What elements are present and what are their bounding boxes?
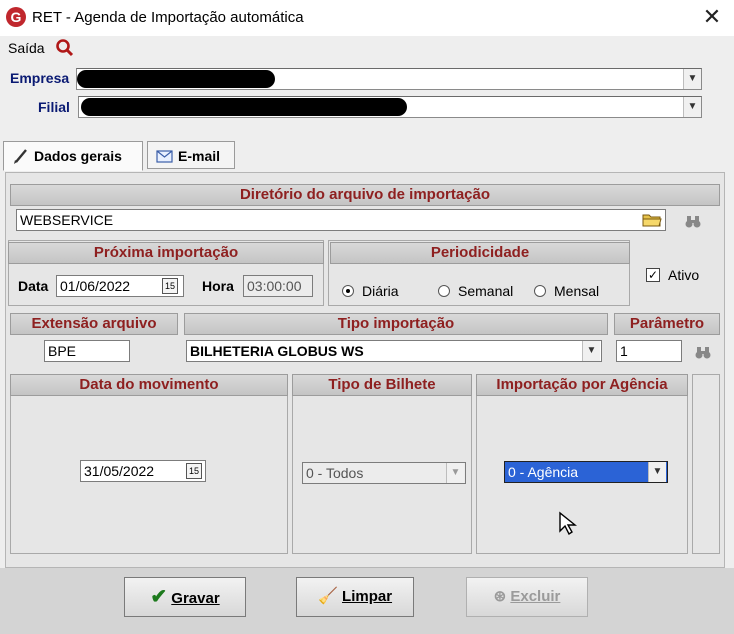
trash-icon: ⊛ [493, 588, 507, 605]
cursor-icon [559, 511, 577, 536]
excluir-button[interactable]: ⊛ Excluir [466, 577, 588, 617]
tab-dados-gerais[interactable]: Dados gerais [3, 141, 143, 171]
parametro-header: Parâmetro [614, 313, 720, 335]
hora-label: Hora [202, 278, 234, 294]
limpar-label: Limpar [342, 588, 393, 605]
tipo-importacao-select[interactable]: BILHETERIA GLOBUS WS [186, 340, 602, 362]
gravar-button[interactable]: ✔ Gravar [124, 577, 246, 617]
proxima-header: Próxima importação [8, 242, 324, 264]
tipo-importacao-value: BILHETERIA GLOBUS WS [190, 343, 364, 359]
redaction-bar [81, 98, 407, 116]
radio-diaria-label: Diária [362, 283, 399, 299]
tab-email-label: E-mail [178, 148, 221, 164]
data-label: Data [18, 278, 49, 294]
calendar-icon[interactable]: 15 [186, 463, 202, 479]
tipo-bilhete-header: Tipo de Bilhete [292, 374, 472, 396]
spare-group [692, 374, 720, 554]
filial-label: Filial [38, 99, 70, 115]
broom-icon: 🧹 [317, 588, 338, 605]
calendar-icon[interactable]: 15 [162, 278, 178, 294]
app-logo-icon: G [6, 7, 26, 27]
binoculars-icon[interactable] [684, 214, 702, 230]
chevron-down-icon[interactable]: ▼ [648, 462, 666, 482]
periodicidade-header: Periodicidade [330, 242, 630, 264]
binoculars-icon[interactable] [694, 345, 712, 361]
menu-saida[interactable]: Saída [8, 40, 45, 56]
empresa-select[interactable]: ▼ [76, 68, 702, 90]
extensao-header: Extensão arquivo [10, 313, 178, 335]
extensao-input[interactable]: BPE [44, 340, 130, 362]
importacao-agencia-header: Importação por Agência [476, 374, 688, 396]
tab-email[interactable]: E-mail [147, 141, 235, 169]
radio-semanal[interactable] [438, 285, 450, 297]
diretorio-input[interactable]: WEBSERVICE [16, 209, 666, 231]
chevron-down-icon[interactable]: ▼ [446, 463, 464, 483]
radio-mensal-label: Mensal [554, 283, 600, 299]
tipo-importacao-header: Tipo importação [184, 313, 608, 335]
parametro-input[interactable]: 1 [616, 340, 682, 362]
radio-diaria[interactable] [342, 285, 354, 297]
tipo-bilhete-select[interactable]: 0 - Todos [302, 462, 466, 484]
close-icon[interactable]: ✕ [700, 4, 724, 30]
excluir-label: Excluir [510, 588, 561, 605]
data-movimento-header: Data do movimento [10, 374, 288, 396]
ativo-label: Ativo [668, 267, 700, 283]
folder-icon[interactable] [642, 211, 662, 229]
chevron-down-icon[interactable]: ▼ [683, 69, 701, 89]
limpar-button[interactable]: 🧹 Limpar [296, 577, 414, 617]
empresa-label: Empresa [10, 70, 70, 86]
gravar-label: Gravar [171, 590, 220, 607]
redaction-bar [77, 70, 275, 88]
chevron-down-icon[interactable]: ▼ [582, 341, 600, 361]
proxima-hora-input[interactable]: 03:00:00 [243, 275, 313, 297]
radio-mensal[interactable] [534, 285, 546, 297]
radio-semanal-label: Semanal [458, 283, 514, 299]
envelope-icon [156, 150, 173, 163]
ativo-checkbox[interactable]: ✓ [646, 268, 660, 282]
window-title: RET - Agenda de Importação automática [32, 9, 304, 26]
tab-dados-gerais-label: Dados gerais [34, 148, 122, 164]
checkmark-icon: ✔ [150, 586, 168, 608]
importacao-agencia-select[interactable]: 0 - Agência [504, 461, 668, 483]
search-icon[interactable] [55, 38, 75, 58]
pencil-icon [14, 149, 27, 164]
filial-select[interactable]: ▼ [78, 96, 702, 118]
chevron-down-icon[interactable]: ▼ [683, 97, 701, 117]
diretorio-header: Diretório do arquivo de importação [10, 184, 720, 206]
